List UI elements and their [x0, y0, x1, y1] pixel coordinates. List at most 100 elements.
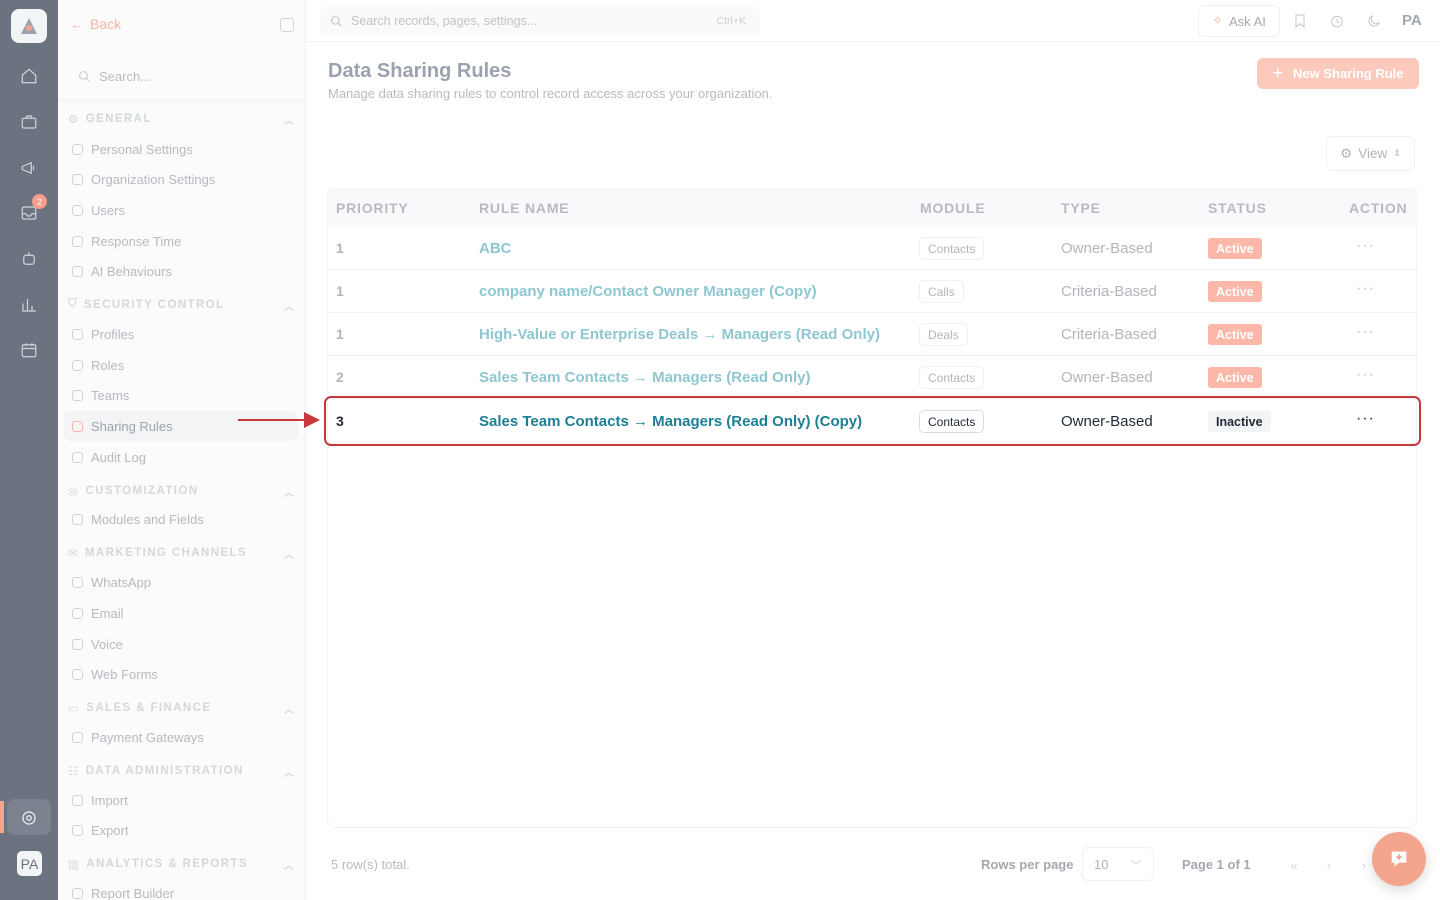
sidebar-item-import[interactable]: Import: [72, 793, 128, 808]
priority-cell: 2: [336, 369, 344, 385]
collapse-sidebar-icon[interactable]: [280, 18, 294, 32]
sidebar-item-audit-log[interactable]: Audit Log: [72, 450, 146, 465]
moon-icon[interactable]: [1366, 13, 1382, 29]
first-page-icon[interactable]: «: [1281, 852, 1307, 878]
sidebar-item-whatsapp[interactable]: WhatsApp: [72, 575, 151, 590]
sparkle-icon: [72, 266, 83, 277]
history-icon: [72, 452, 83, 463]
sidebar-item-teams[interactable]: Teams: [72, 388, 129, 403]
module-badge: Contacts: [919, 366, 985, 389]
previous-page-icon[interactable]: ‹: [1316, 852, 1342, 878]
group-sales-finance[interactable]: ▭ SALES & FINANCE ︿: [68, 701, 294, 716]
user-initials[interactable]: PA: [1402, 12, 1422, 29]
rule-name-link[interactable]: ABC: [479, 240, 512, 257]
user-avatar[interactable]: PA: [17, 851, 42, 876]
column-header-priority[interactable]: PRIORITY: [336, 200, 409, 216]
report-icon: [72, 888, 83, 899]
sidebar-item-organization-settings[interactable]: Organization Settings: [72, 172, 215, 187]
sidebar-item-report-builder[interactable]: Report Builder: [72, 886, 174, 900]
group-general[interactable]: ⚙ GENERAL ︿: [68, 112, 294, 127]
module-badge: Contacts: [919, 237, 985, 260]
sidebar-item-ai-behaviours[interactable]: AI Behaviours: [72, 264, 172, 279]
column-header-module[interactable]: MODULE: [920, 200, 985, 216]
more-actions-icon[interactable]: ···: [1356, 280, 1375, 298]
team-icon: [72, 390, 83, 401]
more-actions-icon[interactable]: ···: [1356, 323, 1375, 341]
module-badge: Deals: [919, 323, 968, 346]
home-icon[interactable]: [19, 66, 39, 86]
notification-badge: 2: [32, 194, 47, 209]
settings-sidebar: ← Back Search... ⚙ GENERAL ︿ Personal Set…: [58, 0, 306, 900]
alarm-clock-icon[interactable]: [1329, 13, 1345, 29]
column-header-type[interactable]: TYPE: [1061, 200, 1101, 216]
column-header-status[interactable]: STATUS: [1208, 200, 1267, 216]
rows-per-page-select[interactable]: 10 ﹀: [1082, 847, 1154, 881]
more-actions-icon[interactable]: ···: [1356, 237, 1375, 255]
calendar-icon[interactable]: [19, 340, 39, 360]
clock-icon: [72, 236, 83, 247]
chat-plus-icon: [1391, 851, 1407, 867]
rule-name-link[interactable]: Sales Team Contacts → Managers (Read Onl…: [479, 369, 811, 386]
group-analytics-reports[interactable]: ▥ ANALYTICS & REPORTS ︿: [68, 857, 294, 872]
sparkle-icon: ✧: [1212, 13, 1224, 28]
group-customization[interactable]: ◎ CUSTOMIZATION ︿: [68, 484, 294, 499]
sidebar-item-sharing-rules[interactable]: Sharing Rules: [72, 419, 173, 434]
ask-ai-button[interactable]: ✧ Ask AI: [1198, 5, 1280, 37]
sidebar-search-input[interactable]: Search...: [66, 58, 296, 94]
card-icon: [72, 732, 83, 743]
bot-icon[interactable]: [19, 249, 39, 269]
new-sharing-rule-button[interactable]: + New Sharing Rule: [1257, 58, 1419, 89]
building-icon: [72, 174, 83, 185]
table-row[interactable]: 1 company name/Contact Owner Manager (Co…: [328, 270, 1418, 313]
sliders-icon: ⚙: [1340, 145, 1353, 161]
settings-gear-icon[interactable]: [19, 808, 39, 828]
sidebar-item-response-time[interactable]: Response Time: [72, 234, 181, 249]
users-icon: [72, 205, 83, 216]
rule-name-link[interactable]: company name/Contact Owner Manager (Copy…: [479, 283, 817, 300]
page-title: Data Sharing Rules: [328, 60, 512, 82]
sidebar-item-personal-settings[interactable]: Personal Settings: [72, 142, 193, 157]
sidebar-item-web-forms[interactable]: Web Forms: [72, 667, 158, 682]
rule-name-link[interactable]: High-Value or Enterprise Deals → Manager…: [479, 326, 880, 343]
view-options-button[interactable]: ⚙ View ⇕: [1326, 136, 1415, 171]
app-logo[interactable]: [11, 9, 47, 43]
upload-icon: [72, 795, 83, 806]
chevron-updown-icon: ⇕: [1393, 148, 1401, 158]
sidebar-item-payment-gateways[interactable]: Payment Gateways: [72, 730, 204, 745]
sidebar-item-modules-and-fields[interactable]: Modules and Fields: [72, 512, 204, 527]
megaphone-icon[interactable]: [19, 158, 39, 178]
group-marketing-channels[interactable]: ✉ MARKETING CHANNELS ︿: [68, 546, 294, 561]
form-icon: [72, 669, 83, 680]
priority-cell: 1: [336, 283, 344, 299]
search-icon: [79, 70, 90, 82]
sidebar-item-export[interactable]: Export: [72, 823, 129, 838]
global-search-input[interactable]: Search records, pages, settings... Ctrl+…: [320, 7, 760, 35]
rows-per-page-label: Rows per page: [981, 857, 1074, 872]
more-actions-icon[interactable]: ···: [1356, 366, 1375, 384]
status-badge: Active: [1208, 281, 1262, 302]
pointer-arrow-head: [304, 412, 320, 428]
sidebar-item-roles[interactable]: Roles: [72, 358, 124, 373]
sidebar-item-users[interactable]: Users: [72, 203, 125, 218]
sidebar-item-profiles[interactable]: Profiles: [72, 327, 134, 342]
table-header: PRIORITY RULE NAME MODULE TYPE STATUS AC…: [328, 189, 1418, 227]
table-row[interactable]: 1 High-Value or Enterprise Deals → Manag…: [328, 313, 1418, 356]
sidebar-item-email[interactable]: Email: [72, 606, 124, 621]
group-data-administration[interactable]: ☷ DATA ADMINISTRATION ︿: [68, 764, 294, 779]
status-badge: Active: [1208, 324, 1262, 345]
sharing-rules-table: PRIORITY RULE NAME MODULE TYPE STATUS AC…: [327, 188, 1418, 828]
priority-cell: 1: [336, 240, 344, 256]
arrow-left-icon: ←: [70, 16, 84, 32]
bookmark-icon[interactable]: [1292, 13, 1308, 29]
table-row[interactable]: 1 ABC Contacts Owner-Based Active ···: [328, 227, 1418, 270]
back-link[interactable]: ← Back: [70, 16, 121, 32]
chat-icon: [72, 577, 83, 588]
briefcase-icon[interactable]: [19, 112, 39, 132]
sidebar-item-voice[interactable]: Voice: [72, 637, 123, 652]
chart-icon[interactable]: [19, 295, 39, 315]
page-info: Page 1 of 1: [1182, 857, 1251, 872]
column-header-rule-name[interactable]: RULE NAME: [479, 200, 569, 216]
table-row[interactable]: 2 Sales Team Contacts → Managers (Read O…: [328, 356, 1418, 399]
group-security-control[interactable]: ⛉ SECURITY CONTROL ︿: [68, 298, 294, 313]
chat-support-button[interactable]: [1372, 832, 1426, 886]
